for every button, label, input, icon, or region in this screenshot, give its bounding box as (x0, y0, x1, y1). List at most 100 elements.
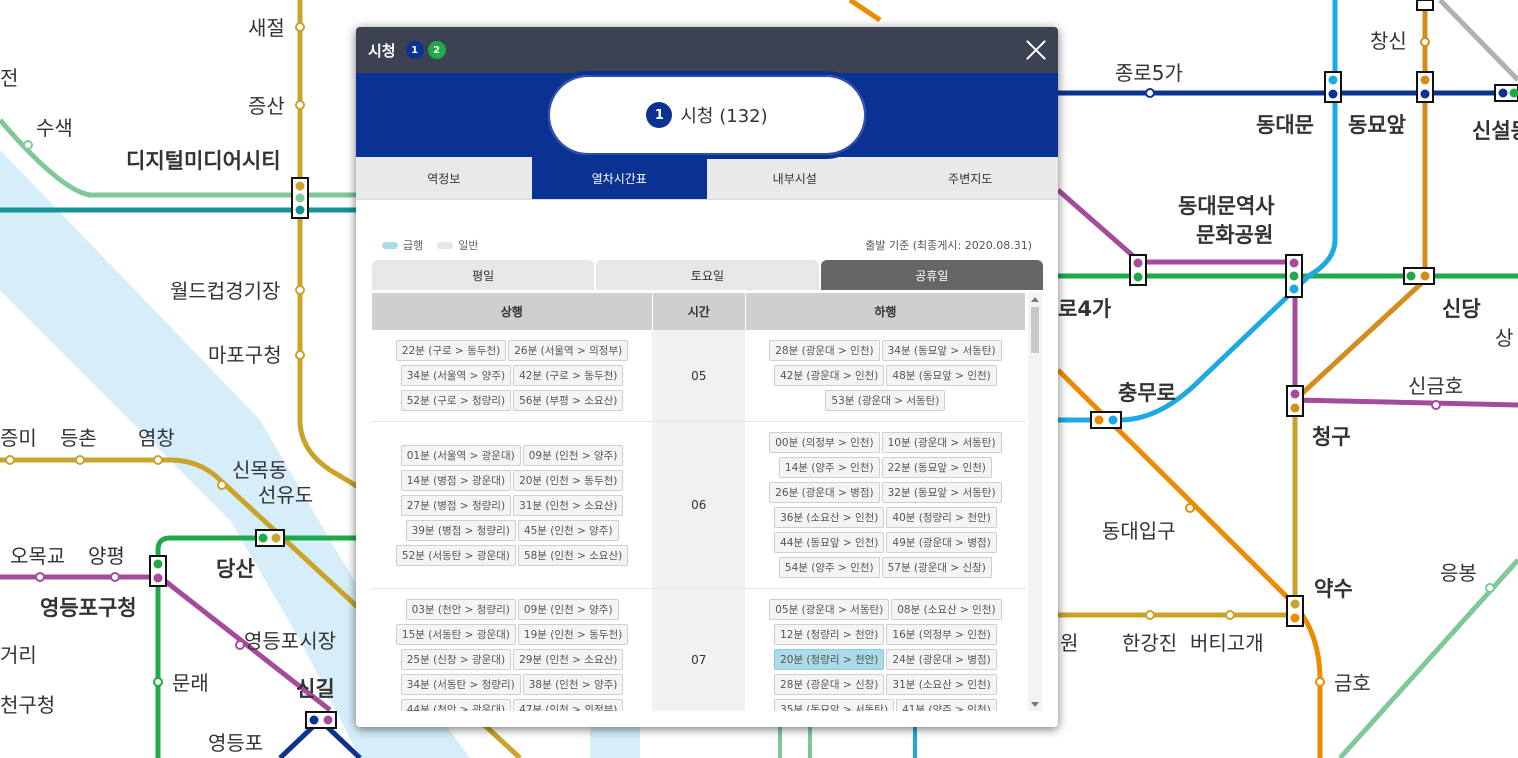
scrollbar[interactable] (1028, 293, 1042, 711)
header-time: 시간 (652, 293, 746, 330)
map-label: 거리 (0, 643, 37, 667)
train-chip: 08분 (소요산 > 인천) (891, 599, 1002, 620)
train-chip: 27분 (병점 > 청량리) (400, 494, 512, 516)
train-chip: 10분 (광운대 > 서동탄) (881, 432, 1002, 453)
train-chip: 16분 (의정부 > 인천) (886, 624, 997, 645)
map-label: 증미 (0, 426, 37, 450)
train-chip: 24분 (광운대 > 병점) (886, 649, 997, 670)
map-label: 종로5가 (1115, 61, 1183, 85)
map-label: 버티고개 (1190, 631, 1264, 655)
scroll-up-icon[interactable] (1031, 297, 1039, 302)
info-tabs: 역정보 열차시간표 내부시설 주변지도 (356, 157, 1058, 200)
map-label: 수색 (36, 116, 73, 140)
train-chip: 41분 (양주 > 인천) (896, 699, 997, 711)
train-chip: 56분 (부평 > 소요산) (513, 390, 624, 411)
map-label: 동묘앞 (1348, 113, 1406, 137)
scroll-down-icon[interactable] (1031, 702, 1039, 707)
train-chip: 38분 (인천 > 양주) (522, 674, 624, 695)
timetable: 상행 시간 하행 22분 (구로 > 동두천) 26분 (서울역 > 의정부) 34… (372, 293, 1026, 711)
scroll-thumb[interactable] (1031, 307, 1039, 353)
map-label: 동대입구 (1102, 519, 1176, 543)
train-chip: 39분 (병점 > 청량리) (405, 519, 516, 541)
popup-header: 시청 1 2 (356, 27, 1058, 73)
map-label: 신설동 (1472, 119, 1518, 143)
train-chip: 34분 (동묘앞 > 서동탄) (881, 340, 1002, 361)
map-label: 새절 (248, 16, 285, 40)
map-label: 약수 (1314, 577, 1353, 601)
train-chip: 00분 (의정부 > 인천) (769, 432, 880, 453)
map-label: 신당 (1442, 297, 1481, 321)
train-chip: 54분 (양주 > 인천) (778, 557, 880, 578)
train-chip: 47분 (인천 > 의정부) (513, 699, 624, 711)
train-chip: 22분 (구로 > 동두천) (395, 340, 507, 361)
map-label: 문래 (172, 671, 209, 695)
map-label: 상 (1495, 326, 1513, 350)
map-label: 창신 (1370, 29, 1407, 53)
down-cell: 00분 (의정부 > 인천) 10분 (광운대 > 서동탄)14분 (양주 > 인… (745, 421, 1026, 589)
down-cell: 05분 (광운대 > 서동탄) 08분 (소요산 > 인천) 12분 (청량리 > … (745, 588, 1026, 711)
tab-weekday[interactable]: 평일 (372, 260, 595, 290)
train-chip: 57분 (광운대 > 신창) (881, 557, 992, 578)
map-label: 신목동 (232, 458, 287, 482)
station-name: 시청 (132) (680, 106, 768, 127)
train-chip: 09분 (인천 > 양주) (522, 444, 624, 466)
map-label: 당산 (216, 557, 255, 581)
close-icon[interactable] (1024, 37, 1048, 61)
train-chip: 14분 (병점 > 광운대) (400, 469, 512, 491)
train-chip: 53분 (광운대 > 서동탄) (825, 390, 946, 411)
map-label: 로4가 (1058, 297, 1112, 321)
tab-saturday[interactable]: 토요일 (596, 260, 819, 290)
tab-station-info[interactable]: 역정보 (356, 157, 532, 199)
map-label: 응봉 (1440, 561, 1477, 585)
train-chip: 40분 (청량리 > 천안) (886, 507, 997, 528)
map-label: 전 (0, 66, 18, 90)
train-chip: 34분 (서울역 > 양주) (400, 365, 512, 386)
train-chip: 42분 (광운대 > 인천) (774, 365, 885, 386)
train-chip: 34분 (서동탄 > 청량리) (400, 674, 521, 695)
map-label: 동대문 (1256, 113, 1314, 137)
map-label: 문화공원 (1196, 223, 1273, 247)
train-chip: 26분 (서울역 > 의정부) (508, 340, 629, 361)
train-chip: 25분 (신창 > 광운대) (400, 649, 512, 670)
tab-timetable[interactable]: 열차시간표 (531, 157, 707, 199)
station-line-number: 1 (646, 102, 673, 128)
train-chip: 19분 (인천 > 동두천) (517, 624, 629, 645)
legend-normal: 일반 (458, 239, 479, 252)
train-chip: 28분 (광운대 > 인천) (769, 340, 880, 361)
map-label: 신길 (296, 677, 335, 701)
station-timetable-popup: 시청 1 2 1 시청 (132) 역정보 열차시간표 내부시설 주변지도 급행… (356, 27, 1058, 727)
line-1-badge: 1 (405, 41, 424, 59)
train-chip: 48분 (동묘앞 > 인천) (886, 365, 997, 386)
train-chip: 12분 (청량리 > 천안) (774, 624, 885, 645)
normal-swatch (437, 241, 454, 249)
map-label: 염창 (138, 426, 175, 450)
tab-nearby-map[interactable]: 주변지도 (883, 157, 1059, 199)
up-cell: 01분 (서울역 > 광운대) 09분 (인천 > 양주) 14분 (병점 > 광운… (372, 421, 653, 589)
table-row: 03분 (천안 > 청량리) 09분 (인천 > 양주)15분 (서동탄 > 광운… (372, 588, 1026, 711)
map-label: 신금호 (1408, 374, 1463, 398)
up-cell: 03분 (천안 > 청량리) 09분 (인천 > 양주)15분 (서동탄 > 광운… (372, 588, 653, 711)
map-label: 한강진 (1122, 631, 1177, 655)
tab-holiday[interactable]: 공휴일 (820, 260, 1043, 290)
train-chip: 32분 (동묘앞 > 서동탄) (881, 482, 1002, 503)
train-chip: 09분 (인천 > 양주) (517, 599, 619, 620)
tab-facilities[interactable]: 내부시설 (707, 157, 883, 199)
train-chip: 01분 (서울역 > 광운대) (400, 444, 521, 466)
map-label: 충무로 (1118, 381, 1176, 405)
train-chip: 44분 (동묘앞 > 인천) (774, 532, 885, 553)
train-chip: 44분 (천안 > 광운대) (400, 699, 512, 711)
train-chip: 52분 (구로 > 청량리) (400, 390, 512, 411)
day-tabs: 평일 토요일 공휴일 (372, 260, 1043, 290)
header-up: 상행 (372, 293, 653, 330)
train-chip: 26분 (광운대 > 병점) (769, 482, 880, 503)
train-chip: 49분 (광운대 > 병점) (886, 532, 997, 553)
timetable-scroll[interactable]: 상행 시간 하행 22분 (구로 > 동두천) 26분 (서울역 > 의정부) 34… (372, 293, 1026, 711)
express-swatch (382, 241, 398, 249)
map-label: 등촌 (60, 426, 97, 450)
legend: 급행 일반 (382, 237, 479, 253)
popup-title: 시청 (368, 41, 396, 60)
map-label: 영등포구청 (40, 596, 137, 620)
train-chip: 29분 (인천 > 소요산) (513, 649, 624, 670)
train-chip: 03분 (천안 > 청량리) (405, 599, 516, 620)
hour-cell: 07 (652, 588, 746, 711)
